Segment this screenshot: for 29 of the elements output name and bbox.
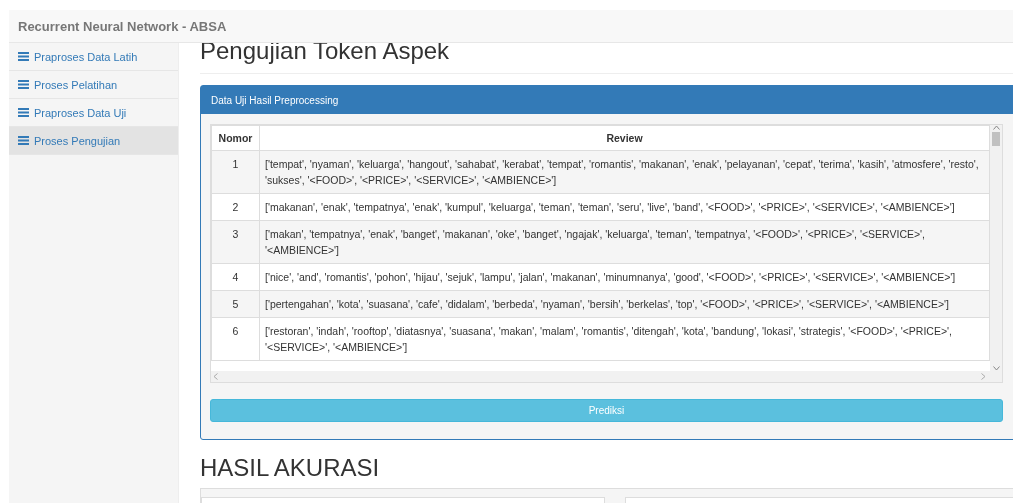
sidebar-item[interactable]: Proses Pengujian bbox=[9, 127, 178, 155]
list-icon bbox=[18, 52, 29, 61]
table-cell: 4 bbox=[211, 263, 260, 291]
scroll-right-icon[interactable] bbox=[981, 373, 986, 380]
column-header: Nomor bbox=[211, 125, 260, 151]
horizontal-scrollbar[interactable] bbox=[211, 371, 1002, 382]
scrollbar-thumb[interactable] bbox=[992, 132, 1000, 146]
panel-header: Data Uji Hasil Preprocessing bbox=[201, 86, 1013, 114]
table-cell: ['makanan', 'enak', 'tempatnya', 'enak', 'kumpul', 'keluarga', 'teman', 'teman', 'seru', 'live', 'band', '<FOOD>', '<PRICE>', '<SERVICE>', '<AMBIENCE>'] bbox=[259, 193, 990, 221]
brand-title[interactable]: Recurrent Neural Network - ABSA bbox=[18, 18, 227, 34]
table-cell: 5 bbox=[211, 290, 260, 318]
list-icon bbox=[18, 136, 29, 145]
column-header: Review bbox=[259, 125, 990, 151]
table-cell: 2 bbox=[211, 193, 260, 221]
table-cell: ['makan', 'tempatnya', 'enak', 'banget', 'makanan', 'oke', 'banget', 'ngajak', 'keluarga', 'teman', 'tempatnya', '<FOOD>', '<PRICE>', '<SERVICE>', '<AMBIENCE>'] bbox=[259, 220, 990, 264]
list-icon bbox=[18, 108, 29, 117]
list-icon bbox=[18, 80, 29, 89]
vertical-scrollbar[interactable] bbox=[990, 125, 1002, 371]
table-cell: ['nice', 'and', 'romantis', 'pohon', 'hijau', 'sejuk', 'lampu', 'jalan', 'makanan', 'minumnanya', 'good', '<FOOD>', '<PRICE>', '<SERVICE>', '<AMBIENCE>'] bbox=[259, 263, 990, 291]
table-cell: ['tempat', 'nyaman', 'keluarga', 'hangout', 'sahabat', 'kerabat', 'tempat', 'romantis', 'makanan', 'enak', 'pelayanan', 'cepat', 'terima', 'kasih', 'atmosfere', 'resto', 'sukses', '<FOOD>', '<PRICE>', '<SERVICE>', '<AMBIENCE>'] bbox=[259, 150, 990, 194]
scroll-down-icon[interactable] bbox=[992, 366, 1000, 371]
scroll-up-icon[interactable] bbox=[992, 125, 1000, 130]
table-cell: 6 bbox=[211, 317, 260, 361]
table-cell: 3 bbox=[211, 220, 260, 264]
section-title: HASIL AKURASI bbox=[200, 454, 381, 482]
table-cell: ['pertengahan', 'kota', 'suasana', 'cafe', 'didalam', 'berbeda', 'nyaman', 'bersih', 'berkelas', 'top', '<FOOD>', '<PRICE>', '<SERVICE>', '<AMBIENCE>'] bbox=[259, 290, 990, 318]
scroll-left-icon[interactable] bbox=[213, 373, 218, 380]
table-cell: ['restoran', 'indah', 'rooftop', 'diatasnya', 'suasana', 'makan', 'malam', 'romantis', 'ditengah', 'kota', 'bandung', 'lokasi', 'strategis', '<FOOD>', '<PRICE>', '<SERVICE>', '<AMBIENCE>'] bbox=[259, 317, 990, 361]
table-cell: 1 bbox=[211, 150, 260, 194]
